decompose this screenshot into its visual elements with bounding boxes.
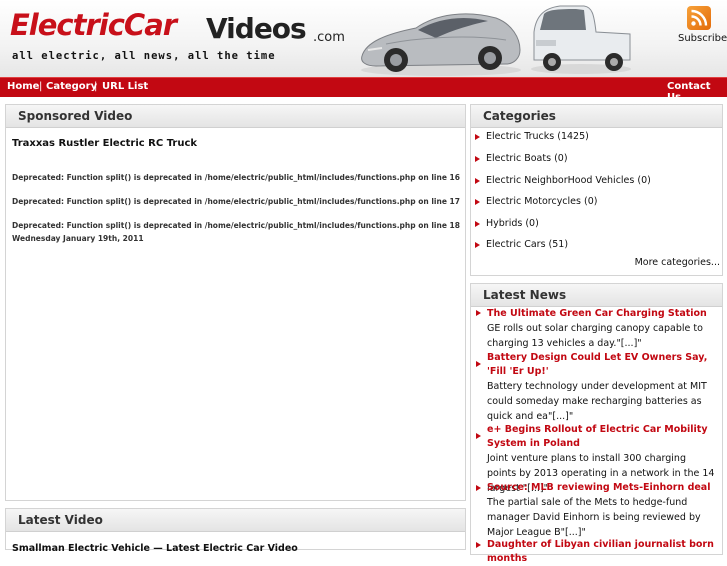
category-label: Electric Trucks (1425) bbox=[486, 131, 589, 142]
electric-truck-image bbox=[531, 5, 631, 74]
category-label: Electric Motorcycles (0) bbox=[486, 196, 598, 207]
latest-video-panel: Latest Video Smallman Electric Vehicle —… bbox=[5, 508, 466, 554]
arrow-right-icon bbox=[476, 485, 481, 491]
arrow-right-icon bbox=[475, 220, 480, 227]
category-label: Electric Cars (51) bbox=[486, 239, 569, 250]
news-title-link[interactable]: e+ Begins Rollout of Electric Car Mobili… bbox=[487, 423, 717, 451]
panel-header: Latest News bbox=[471, 284, 722, 307]
category-item[interactable]: Hybrids (0) bbox=[475, 218, 539, 229]
deprecated-warning: Deprecated: Function split() is deprecat… bbox=[12, 197, 460, 206]
arrow-right-icon bbox=[475, 198, 480, 205]
panel-title: Categories bbox=[483, 109, 556, 123]
sponsored-video-panel: Sponsored Video Traxxas Rustler Electric… bbox=[5, 104, 466, 501]
arrow-right-icon bbox=[476, 361, 481, 367]
video-date: Wednesday January 19th, 2011 bbox=[12, 234, 144, 243]
site-header: ElectricCar Videos .com all electric, al… bbox=[0, 0, 727, 77]
category-item[interactable]: Electric Motorcycles (0) bbox=[475, 196, 597, 207]
category-item[interactable]: Electric Trucks (1425) bbox=[475, 131, 589, 142]
logo-videos[interactable]: Videos bbox=[206, 12, 307, 45]
arrow-right-icon bbox=[476, 310, 481, 316]
logo-com: .com bbox=[313, 30, 345, 45]
arrow-right-icon bbox=[475, 177, 480, 184]
deprecated-warning: Deprecated: Function split() is deprecat… bbox=[12, 173, 460, 182]
news-summary: The partial sale of the Mets to hedge-fu… bbox=[487, 497, 701, 538]
nav-url-list[interactable]: URL List bbox=[102, 81, 148, 92]
news-title-link[interactable]: Battery Design Could Let EV Owners Say, … bbox=[487, 351, 717, 379]
category-label: Electric NeighborHood Vehicles (0) bbox=[486, 175, 651, 186]
nav-category[interactable]: Category bbox=[46, 81, 97, 92]
panel-title: Latest Video bbox=[18, 513, 103, 527]
news-title-link[interactable]: The Ultimate Green Car Charging Station bbox=[487, 307, 717, 321]
more-categories-link[interactable]: More categories... bbox=[635, 257, 720, 268]
arrow-right-icon bbox=[475, 133, 480, 140]
concept-car-image bbox=[361, 13, 521, 76]
news-summary: Battery technology under development at … bbox=[487, 381, 707, 422]
latest-news-panel: Latest News The Ultimate Green Car Charg… bbox=[470, 283, 723, 564]
main-nav: Home | Category | URL List Contact Us bbox=[0, 77, 727, 103]
category-item[interactable]: Electric Cars (51) bbox=[475, 239, 568, 250]
sponsored-video-title[interactable]: Traxxas Rustler Electric RC Truck bbox=[12, 138, 197, 149]
arrow-right-icon bbox=[475, 241, 480, 248]
panel-title: Sponsored Video bbox=[18, 109, 133, 123]
category-item[interactable]: Electric NeighborHood Vehicles (0) bbox=[475, 175, 651, 186]
category-label: Electric Boats (0) bbox=[486, 153, 568, 164]
logo-electriccar[interactable]: ElectricCar bbox=[10, 8, 177, 42]
panel-title: Latest News bbox=[483, 288, 567, 302]
rss-icon[interactable] bbox=[687, 6, 711, 30]
deprecated-warning: Deprecated: Function split() is deprecat… bbox=[12, 221, 460, 230]
nav-separator: | bbox=[39, 81, 43, 92]
nav-contact-us[interactable]: Contact Us bbox=[667, 81, 727, 103]
nav-home[interactable]: Home bbox=[7, 81, 39, 92]
news-title-link[interactable]: Source: MLB reviewing Mets-Einhorn deal bbox=[487, 481, 717, 495]
arrow-right-icon bbox=[475, 155, 480, 162]
nav-separator: | bbox=[94, 81, 98, 92]
news-title-link[interactable]: Daughter of Libyan civilian journalist b… bbox=[487, 538, 717, 566]
arrow-right-icon bbox=[476, 433, 481, 439]
panel-header: Categories bbox=[471, 105, 722, 128]
categories-panel: Categories Electric Trucks (1425) Electr… bbox=[470, 104, 723, 276]
category-item[interactable]: Electric Boats (0) bbox=[475, 153, 568, 164]
subscribe-link[interactable]: Subscribe bbox=[678, 33, 727, 44]
site-tagline: all electric, all news, all the time bbox=[12, 50, 276, 62]
category-label: Hybrids (0) bbox=[486, 218, 539, 229]
panel-header: Sponsored Video bbox=[6, 105, 465, 128]
panel-header: Latest Video bbox=[6, 509, 465, 532]
arrow-right-icon bbox=[476, 542, 481, 548]
news-summary: GE rolls out solar charging canopy capab… bbox=[487, 323, 703, 349]
